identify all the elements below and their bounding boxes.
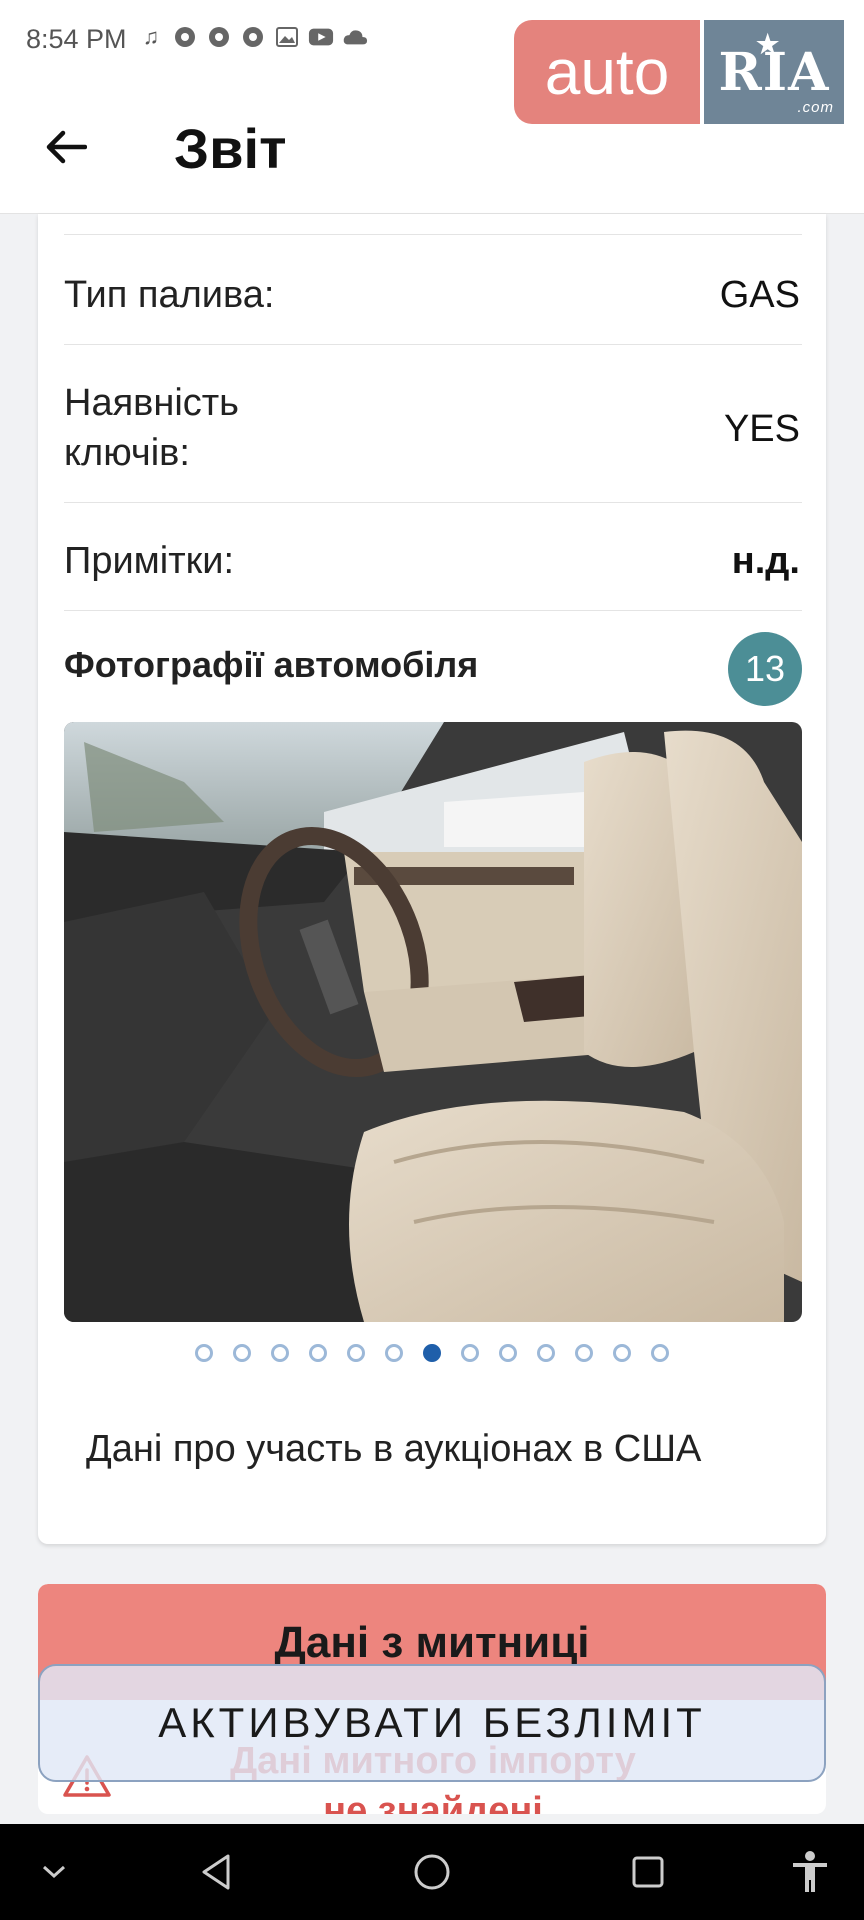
customs-title: Дані з митниці [274,1618,590,1667]
pagination-dot[interactable] [385,1344,403,1362]
divider [64,344,802,345]
circle-home-icon [414,1854,450,1890]
car-photo[interactable] [64,722,802,1322]
pagination-dot[interactable] [233,1344,251,1362]
report-card: Тип палива: GAS Наявність ключів: YES Пр… [38,214,826,1544]
chrome-icon [240,24,266,50]
nav-recents-button[interactable] [624,1848,672,1896]
star-icon: ★ [756,30,781,60]
fuel-type-label: Тип палива: [64,274,275,316]
chrome-icon [206,24,232,50]
notes-label: Примітки: [64,540,235,582]
pagination-dot[interactable] [537,1344,555,1362]
accessibility-icon [793,1851,827,1892]
keys-label: Наявність ключів: [64,382,239,474]
back-button[interactable] [40,122,90,172]
fuel-type-value: GAS [719,274,800,316]
status-time: 8:54 PM [26,24,127,54]
photo-pagination [38,1344,826,1362]
music-note-icon: ♫ [142,24,160,49]
pagination-dot[interactable] [271,1344,289,1362]
page-title: Звіт [174,117,287,180]
pagination-dot[interactable] [195,1344,213,1362]
photo-count-badge: 13 [728,632,802,706]
nav-home-button[interactable] [408,1848,456,1896]
app-screen: 8:54 PM ♫ Звіт auto ★ RIA .com Тип палив… [0,0,864,1920]
nav-back-button[interactable] [192,1848,240,1896]
autoria-logo: auto ★ RIA .com [514,20,844,124]
gallery-icon [274,24,300,50]
notes-value: н.д. [731,540,800,582]
pagination-dot[interactable] [423,1344,441,1362]
pagination-dot[interactable] [309,1344,327,1362]
chevron-down-icon [42,1865,66,1879]
auction-info-text[interactable]: Дані про участь в аукціонах в США [86,1424,726,1474]
cloud-icon [342,24,368,50]
triangle-back-icon [202,1854,230,1890]
nav-collapse-button[interactable] [30,1848,78,1896]
pagination-dot[interactable] [613,1344,631,1362]
pagination-dot[interactable] [651,1344,669,1362]
arrow-left-icon [46,130,87,164]
nav-accessibility-button[interactable] [786,1848,834,1896]
pagination-dot[interactable] [499,1344,517,1362]
youtube-icon [308,24,334,50]
photos-title: Фотографії автомобіля [64,644,479,685]
logo-ria-block: ★ RIA .com [704,20,844,124]
status-icons: ♫ [138,24,368,50]
logo-auto-text: auto [514,20,700,124]
divider [64,610,802,611]
square-recents-icon [632,1856,664,1888]
divider [64,502,802,503]
logo-dotcom-text: .com [797,99,834,116]
pagination-dot[interactable] [461,1344,479,1362]
keys-value: YES [723,408,800,450]
divider [64,234,802,235]
pagination-dot[interactable] [575,1344,593,1362]
system-nav-bar [0,1824,864,1920]
pagination-dot[interactable] [347,1344,365,1362]
activate-unlimited-button[interactable]: АКТИВУВАТИ БЕЗЛІМІТ [38,1664,826,1782]
chrome-icon [172,24,198,50]
